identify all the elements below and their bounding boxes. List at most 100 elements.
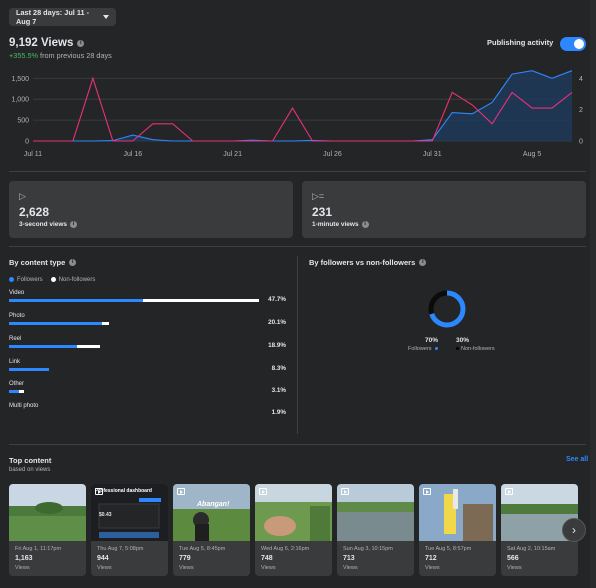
followers-donut-chart bbox=[428, 290, 466, 328]
views-label: Views bbox=[425, 565, 440, 571]
followers-bar-segment bbox=[9, 368, 49, 371]
info-icon[interactable]: i bbox=[69, 259, 77, 266]
content-type-legend: Followers Non-followers bbox=[9, 277, 95, 283]
see-all-link[interactable]: See all bbox=[566, 456, 588, 463]
legend-followers: Followers bbox=[9, 277, 43, 283]
views-label: Views bbox=[261, 565, 276, 571]
divider bbox=[9, 171, 586, 172]
card-value: 231 bbox=[312, 205, 333, 219]
followers-vs-title: By followers vs non-followers i bbox=[309, 258, 427, 267]
followers-bar-segment bbox=[9, 345, 77, 348]
divider bbox=[9, 246, 586, 247]
content-type-bar bbox=[9, 368, 49, 371]
content-type-label: Photo bbox=[9, 313, 25, 319]
views-label: Views bbox=[97, 565, 112, 571]
change-text: from previous 28 days bbox=[40, 51, 112, 60]
card-3-second-views: ▷ 2,628 3-second views i bbox=[9, 181, 293, 238]
card-1-minute-views: ▷= 231 1-minute views i bbox=[302, 181, 586, 238]
legend-non-followers: Non-followers bbox=[50, 277, 95, 283]
non-followers-bar-segment bbox=[101, 322, 109, 325]
followers-bar-segment bbox=[9, 299, 143, 302]
tile-overlay-title: Professional dashboard bbox=[95, 488, 152, 494]
play-icon: ▷ bbox=[19, 191, 26, 201]
publishing-activity-label: Publishing activity bbox=[487, 38, 554, 47]
followers-bar-segment bbox=[9, 322, 102, 325]
y-left-tick-label: 1,000 bbox=[11, 97, 29, 104]
thumbnail-image bbox=[9, 484, 86, 541]
content-type-label: Multi photo bbox=[9, 403, 39, 409]
top-content-item[interactable]: Tue Aug 5, 8:57pm 712 Views bbox=[419, 484, 496, 576]
info-icon[interactable]: i bbox=[70, 221, 78, 228]
views-label: Views bbox=[179, 565, 194, 571]
divider bbox=[9, 444, 586, 445]
content-type-row: Reel 18.9% bbox=[9, 336, 286, 352]
top-content-item[interactable]: Wed Aug 6, 2:16pm 748 Views bbox=[255, 484, 332, 576]
info-icon[interactable]: i bbox=[419, 259, 427, 266]
publishing-activity-toggle[interactable] bbox=[560, 37, 586, 51]
top-content-subtitle: based on views bbox=[9, 467, 51, 473]
info-icon[interactable]: i bbox=[77, 39, 85, 47]
next-arrow-button[interactable]: › bbox=[562, 518, 586, 542]
content-type-label: Reel bbox=[9, 336, 22, 342]
post-date: Sat Aug 2, 10:15am bbox=[507, 546, 556, 552]
video-icon bbox=[259, 488, 267, 495]
post-views: 1,163 bbox=[15, 555, 33, 562]
card-label: 1-minute views i bbox=[312, 221, 369, 228]
non-followers-bar-segment bbox=[76, 345, 101, 348]
post-date: Fri Aug 1, 11:17pm bbox=[15, 546, 62, 552]
non-followers-bar-segment bbox=[19, 390, 24, 393]
views-label: Views bbox=[15, 565, 30, 571]
y-left-tick-label: 1,500 bbox=[11, 76, 29, 83]
followers-bar-segment bbox=[9, 390, 19, 393]
content-type-row: Link 8.3% bbox=[9, 359, 286, 375]
top-content-item[interactable]: Sun Aug 3, 10:15pm 713 Views bbox=[337, 484, 414, 576]
views-line-chart: 0 500 1,000 1,500 0 2 4 Jul 11 Jul 16 Jul 21 Jul 2… bbox=[11, 70, 583, 158]
followers-percent: 70% bbox=[425, 337, 439, 344]
post-views: 713 bbox=[343, 555, 355, 562]
post-views: 748 bbox=[261, 555, 273, 562]
top-content-item[interactable]: Fri Aug 1, 11:17pm 1,163 Views bbox=[9, 484, 86, 576]
content-type-bar bbox=[9, 345, 101, 348]
views-label: Views bbox=[343, 565, 358, 571]
content-type-row: Photo 20.1% bbox=[9, 313, 286, 329]
x-tick-label: Jul 26 bbox=[323, 151, 342, 158]
content-type-title: By content type i bbox=[9, 258, 77, 267]
video-icon bbox=[423, 488, 431, 495]
non-followers-percent: 30% bbox=[456, 337, 470, 344]
post-date: Sun Aug 3, 10:15pm bbox=[343, 546, 393, 552]
content-type-row: Video 47.7% bbox=[9, 290, 286, 306]
card-value: 2,628 bbox=[19, 205, 50, 219]
info-icon[interactable]: i bbox=[361, 221, 369, 228]
post-views: 566 bbox=[507, 555, 519, 562]
date-range-label: Last 28 days: Jul 11 - Aug 7 bbox=[16, 8, 90, 26]
content-type-row: Multi photo 1.9% bbox=[9, 403, 286, 419]
views-title: 9,192 Views i bbox=[9, 37, 85, 49]
date-range-dropdown[interactable]: Last 28 days: Jul 11 - Aug 7 bbox=[9, 8, 116, 26]
change-percent: +355.5% bbox=[9, 51, 39, 60]
y-left-tick-label: 0 bbox=[25, 139, 29, 146]
post-date: Wed Aug 6, 2:16pm bbox=[261, 546, 310, 552]
tile-overlay-text: Abangan! bbox=[197, 501, 230, 508]
content-type-percent: 20.1% bbox=[268, 319, 286, 326]
views-count: 9,192 Views bbox=[9, 37, 74, 49]
card-label: 3-second views i bbox=[19, 221, 78, 228]
vertical-divider bbox=[297, 256, 298, 434]
top-content-item[interactable]: Abangan! Tue Aug 5, 8:45pm 779 Views bbox=[173, 484, 250, 576]
post-date: Thu Aug 7, 5:08pm bbox=[97, 546, 144, 552]
scrollbar[interactable] bbox=[590, 0, 596, 588]
post-date: Tue Aug 5, 8:45pm bbox=[179, 546, 226, 552]
content-type-label: Video bbox=[9, 290, 25, 296]
content-type-percent: 18.9% bbox=[268, 342, 286, 349]
content-type-percent: 3.1% bbox=[271, 387, 286, 394]
content-type-bar bbox=[9, 299, 259, 302]
post-views: 944 bbox=[97, 555, 109, 562]
top-content-item[interactable]: Professional dashboard $0.43 Thu Aug 7, 5:… bbox=[91, 484, 168, 576]
toggle-knob bbox=[574, 39, 584, 49]
y-right-tick-label: 0 bbox=[579, 139, 583, 146]
content-type-percent: 47.7% bbox=[268, 296, 286, 303]
content-type-bar bbox=[9, 390, 24, 393]
video-icon bbox=[341, 488, 349, 495]
series-area bbox=[33, 70, 572, 141]
y-left-tick-label: 500 bbox=[17, 118, 29, 125]
content-type-label: Other bbox=[9, 381, 25, 387]
